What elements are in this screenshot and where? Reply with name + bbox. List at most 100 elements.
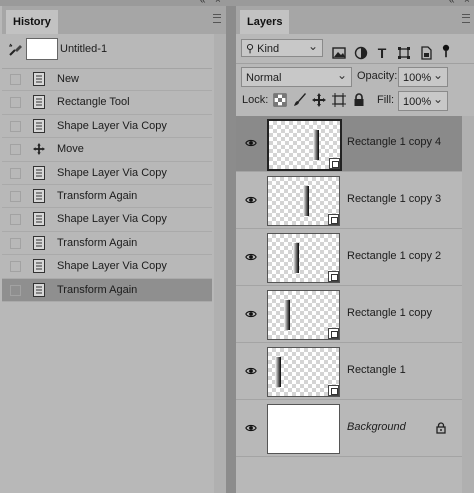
history-state-checkbox[interactable] xyxy=(10,214,21,226)
history-item[interactable]: New xyxy=(2,68,212,92)
document-icon xyxy=(33,235,45,250)
history-scrollbar[interactable] xyxy=(214,34,226,493)
layer-thumbnail[interactable] xyxy=(267,119,342,171)
layer-name[interactable]: Rectangle 1 copy 4 xyxy=(347,136,441,148)
eye-icon[interactable] xyxy=(245,365,257,377)
history-item[interactable]: Shape Layer Via Copy xyxy=(2,162,212,185)
layer-row[interactable]: Background xyxy=(236,401,474,457)
history-brush-icon[interactable] xyxy=(8,43,24,60)
document-icon xyxy=(33,95,45,110)
panel-menu-icon[interactable] xyxy=(213,14,221,23)
layer-name[interactable]: Rectangle 1 copy xyxy=(347,307,432,319)
history-state-checkbox[interactable] xyxy=(10,284,21,296)
panel-menu-icon[interactable] xyxy=(462,14,470,23)
search-icon: ⚲ xyxy=(246,43,255,55)
layer-row[interactable]: Rectangle 1 xyxy=(236,344,474,400)
history-item[interactable]: Rectangle Tool xyxy=(2,91,212,115)
fill-value: 100% xyxy=(403,96,432,108)
history-item-label: Move xyxy=(57,143,84,156)
blend-mode-select[interactable]: Normal xyxy=(241,65,352,87)
eye-icon[interactable] xyxy=(245,251,257,263)
history-item[interactable]: Shape Layer Via Copy xyxy=(2,208,212,232)
history-state-checkbox[interactable] xyxy=(10,120,21,132)
rectangle-shape-preview xyxy=(313,130,319,160)
history-state-checkbox[interactable] xyxy=(10,144,21,156)
shape-layer-badge-icon xyxy=(328,328,339,339)
layer-thumbnail[interactable] xyxy=(267,290,340,340)
rectangle-shape-preview xyxy=(303,186,309,216)
document-icon xyxy=(33,72,45,86)
lock-artboard-icon[interactable] xyxy=(332,93,346,107)
rectangle-shape-preview xyxy=(284,300,290,330)
history-state-checkbox[interactable] xyxy=(10,97,21,109)
panel-divider[interactable] xyxy=(226,6,236,493)
shape-filter-icon[interactable] xyxy=(397,46,411,60)
layer-name[interactable]: Rectangle 1 copy 3 xyxy=(347,193,441,205)
layers-tab-bar: Layers xyxy=(236,6,474,34)
history-item[interactable]: Shape Layer Via Copy xyxy=(2,115,212,139)
lock-paint-icon[interactable] xyxy=(293,93,307,107)
history-state-checkbox[interactable] xyxy=(10,261,21,273)
history-state-checkbox[interactable] xyxy=(10,167,21,179)
lock-icon[interactable] xyxy=(436,422,446,434)
history-snapshot[interactable]: Untitled-1 xyxy=(2,34,212,69)
history-item-label: Shape Layer Via Copy xyxy=(57,213,167,226)
eye-icon[interactable] xyxy=(245,422,257,434)
shape-layer-badge-icon xyxy=(329,158,340,169)
history-item-label: New xyxy=(57,73,80,85)
opacity-input[interactable]: 100% xyxy=(398,65,448,87)
lock-transparent-icon[interactable] xyxy=(273,93,287,107)
layer-thumbnail[interactable] xyxy=(267,176,340,226)
opacity-label: Opacity: xyxy=(357,70,398,82)
lock-label: Lock: xyxy=(242,94,269,106)
document-icon xyxy=(33,259,45,274)
filter-toggle-icon[interactable] xyxy=(439,44,453,58)
history-state-checkbox[interactable] xyxy=(10,190,21,202)
history-state-checkbox[interactable] xyxy=(10,74,21,85)
snapshot-label: Untitled-1 xyxy=(60,43,108,55)
history-item[interactable]: Move xyxy=(2,138,212,162)
history-item-label: Shape Layer Via Copy xyxy=(57,119,167,132)
document-icon xyxy=(33,118,45,133)
document-icon xyxy=(33,188,45,203)
history-list: New Rectangle Tool Shape Layer Via Copy … xyxy=(2,68,212,302)
rectangle-shape-preview xyxy=(293,243,299,273)
lock-position-icon[interactable] xyxy=(312,93,326,107)
eye-icon[interactable] xyxy=(245,194,257,206)
layer-row[interactable]: Rectangle 1 copy xyxy=(236,287,474,343)
history-item[interactable]: Transform Again xyxy=(2,232,212,256)
opacity-value: 100% xyxy=(403,72,432,84)
history-item-label: Shape Layer Via Copy xyxy=(57,260,167,273)
eye-icon[interactable] xyxy=(245,137,257,149)
fill-label: Fill: xyxy=(377,94,395,106)
fill-input[interactable]: 100% xyxy=(398,89,448,111)
image-filter-icon[interactable] xyxy=(332,46,346,60)
adjustment-filter-icon[interactable] xyxy=(354,46,368,60)
history-panel: History Untitled-1 New Rectangle Tool Sh… xyxy=(2,6,226,493)
layers-panel: Layers ⚲ Kind T Normal Opacity: 100% Loc… xyxy=(236,6,474,493)
layer-name[interactable]: Rectangle 1 xyxy=(347,364,406,376)
history-item[interactable]: Shape Layer Via Copy xyxy=(2,255,212,279)
layer-thumbnail[interactable] xyxy=(267,347,340,397)
shape-layer-badge-icon xyxy=(328,214,339,225)
layer-thumbnail[interactable] xyxy=(267,404,340,454)
layer-row[interactable]: Rectangle 1 copy 2 xyxy=(236,230,474,286)
tab-layers[interactable]: Layers xyxy=(240,10,290,34)
layer-name[interactable]: Background xyxy=(347,421,406,433)
layer-row-selected[interactable]: Rectangle 1 copy 4 xyxy=(236,116,474,172)
layer-filter-select[interactable]: ⚲ Kind xyxy=(241,37,323,57)
eye-icon[interactable] xyxy=(245,308,257,320)
history-state-checkbox[interactable] xyxy=(10,237,21,249)
document-icon xyxy=(33,282,45,297)
history-item[interactable]: Transform Again xyxy=(2,185,212,209)
layers-scrollbar[interactable] xyxy=(462,116,474,493)
layer-name[interactable]: Rectangle 1 copy 2 xyxy=(347,250,441,262)
lock-all-icon[interactable] xyxy=(352,93,366,107)
history-item-label: Transform Again xyxy=(57,236,138,249)
layer-thumbnail[interactable] xyxy=(267,233,340,283)
tab-history[interactable]: History xyxy=(6,10,58,34)
layer-row[interactable]: Rectangle 1 copy 3 xyxy=(236,173,474,229)
type-filter-icon[interactable]: T xyxy=(375,46,389,60)
smart-object-filter-icon[interactable] xyxy=(419,46,433,60)
history-item-selected[interactable]: Transform Again xyxy=(2,278,212,302)
